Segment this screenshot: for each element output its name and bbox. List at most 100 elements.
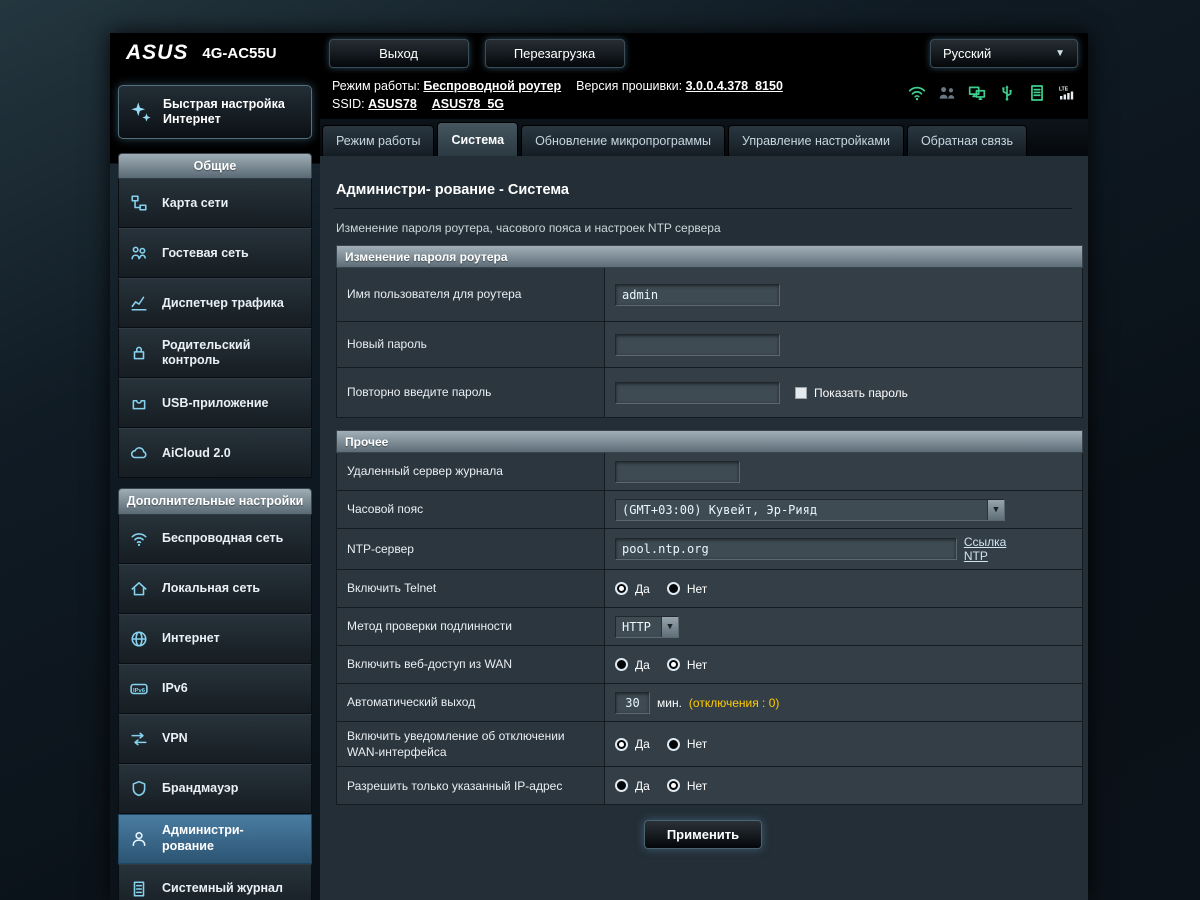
- new-password-label: Новый пароль: [337, 322, 605, 367]
- ssid-label: SSID:: [332, 97, 365, 111]
- auth-method-label: Метод проверки подлинности: [337, 608, 605, 645]
- router-admin-app: ASUS 4G-AC55U Выход Перезагрузка Русский…: [110, 33, 1088, 900]
- wifi-icon: [125, 530, 153, 548]
- top-bar: ASUS 4G-AC55U Выход Перезагрузка Русский…: [110, 33, 1088, 73]
- sidebar-item-traffic-manager[interactable]: Диспетчер трафика: [118, 278, 312, 328]
- table-row: Новый пароль: [336, 322, 1083, 368]
- status-icons: LTE: [908, 84, 1076, 102]
- svg-text:IPv6: IPv6: [133, 688, 146, 694]
- sidebar-section-advanced: Дополнительные настройки: [118, 488, 312, 513]
- sidebar-item-aicloud[interactable]: AiCloud 2.0: [118, 428, 312, 478]
- traffic-chart-icon: [125, 294, 153, 312]
- wan-access-yes-radio[interactable]: [615, 658, 628, 671]
- username-input[interactable]: [615, 284, 780, 306]
- language-select[interactable]: Русский ▼: [930, 39, 1078, 68]
- sidebar: Быстрая настройка Интернет Общие Карта с…: [110, 73, 320, 900]
- chevron-down-icon: ▼: [661, 617, 678, 637]
- lte-signal-icon[interactable]: LTE: [1058, 84, 1076, 102]
- model-name: 4G-AC55U: [202, 45, 276, 62]
- remote-log-input[interactable]: [615, 461, 740, 483]
- table-row: Повторно введите пароль Показать пароль: [336, 368, 1083, 418]
- table-row: Включить веб-доступ из WAN Да Нет: [336, 646, 1083, 684]
- tab-feedback[interactable]: Обратная связь: [907, 125, 1027, 156]
- wan-notify-no-label: Нет: [687, 737, 707, 751]
- table-row: NTP-сервер Ссылка NTP: [336, 529, 1083, 570]
- ntp-link[interactable]: Ссылка NTP: [964, 535, 1032, 563]
- tab-bar: Режим работы Система Обновление микропро…: [320, 119, 1088, 156]
- wired-clients-status-icon[interactable]: [968, 84, 986, 102]
- tab-operation-mode[interactable]: Режим работы: [322, 125, 434, 156]
- house-icon: [125, 580, 153, 598]
- wan-notify-yes-label: Да: [635, 737, 650, 751]
- firmware-version-link[interactable]: 3.0.0.4.378_8150: [686, 79, 783, 93]
- sidebar-item-guest-network[interactable]: Гостевая сеть: [118, 228, 312, 278]
- telnet-yes-radio[interactable]: [615, 582, 628, 595]
- magic-sparkle-icon: [127, 101, 155, 123]
- wan-down-notify-label: Включить уведомление об отключении WAN-и…: [337, 722, 605, 766]
- svg-text:LTE: LTE: [1059, 87, 1069, 93]
- reboot-button[interactable]: Перезагрузка: [485, 39, 625, 68]
- sidebar-item-parental-control[interactable]: Родительский контроль: [118, 328, 312, 378]
- sidebar-item-system-log[interactable]: Системный журнал: [118, 864, 312, 900]
- telnet-no-radio[interactable]: [667, 582, 680, 595]
- sidebar-item-wan[interactable]: Интернет: [118, 614, 312, 664]
- table-row: Имя пользователя для роутера: [336, 268, 1083, 322]
- log-status-icon[interactable]: [1028, 84, 1046, 102]
- sidebar-item-usb-application[interactable]: USB-приложение: [118, 378, 312, 428]
- usb-status-icon[interactable]: [998, 84, 1016, 102]
- title-divider: [334, 208, 1072, 209]
- retype-password-label: Повторно введите пароль: [337, 368, 605, 417]
- guest-network-icon: [125, 244, 153, 262]
- chevron-down-icon: ▼: [1055, 48, 1065, 59]
- wan-access-no-label: Нет: [687, 658, 707, 672]
- tab-settings-management[interactable]: Управление настройками: [728, 125, 904, 156]
- wan-access-no-radio[interactable]: [667, 658, 680, 671]
- auth-method-select[interactable]: HTTP ▼: [615, 616, 679, 638]
- username-label: Имя пользователя для роутера: [337, 268, 605, 321]
- ip-restrict-yes-radio[interactable]: [615, 779, 628, 792]
- remote-log-label: Удаленный сервер журнала: [337, 453, 605, 490]
- sidebar-item-vpn[interactable]: VPN: [118, 714, 312, 764]
- status-bar: Режим работы: Беспроводной роутер Версия…: [320, 73, 1088, 119]
- wifi-status-icon[interactable]: [908, 84, 926, 102]
- table-row: Метод проверки подлинности HTTP ▼: [336, 608, 1083, 646]
- sidebar-item-ipv6[interactable]: IPv6 IPv6: [118, 664, 312, 714]
- show-password-label: Показать пароль: [814, 386, 908, 400]
- timezone-select[interactable]: (GMT+03:00) Кувейт, Эр-Рияд ▼: [615, 499, 1005, 521]
- sidebar-item-firewall[interactable]: Брандмауэр: [118, 764, 312, 814]
- ntp-server-label: NTP-сервер: [337, 529, 605, 569]
- sidebar-item-network-map[interactable]: Карта сети: [118, 178, 312, 228]
- sidebar-item-administration[interactable]: Администри- рование: [118, 814, 312, 864]
- logout-button[interactable]: Выход: [329, 39, 469, 68]
- new-password-input[interactable]: [615, 334, 780, 356]
- wan-notify-yes-radio[interactable]: [615, 738, 628, 751]
- chevron-down-icon: ▼: [987, 500, 1004, 520]
- sidebar-item-wireless[interactable]: Беспроводная сеть: [118, 514, 312, 564]
- tab-system[interactable]: Система: [437, 122, 518, 156]
- puzzle-icon: [125, 394, 153, 412]
- auto-logout-input[interactable]: [615, 692, 650, 714]
- network-map-icon: [125, 194, 153, 212]
- wan-notify-no-radio[interactable]: [667, 738, 680, 751]
- retype-password-input[interactable]: [615, 382, 780, 404]
- show-password-checkbox[interactable]: [795, 387, 807, 399]
- ssid-5g-link[interactable]: ASUS78_5G: [432, 97, 504, 111]
- operation-mode-label: Режим работы:: [332, 79, 420, 93]
- apply-button[interactable]: Применить: [644, 820, 762, 849]
- language-label: Русский: [943, 46, 991, 61]
- asus-logo: ASUS: [126, 41, 188, 65]
- ip-restrict-no-radio[interactable]: [667, 779, 680, 792]
- ntp-server-input[interactable]: [615, 538, 957, 560]
- ip-restrict-yes-label: Да: [635, 779, 650, 793]
- vpn-arrows-icon: [125, 730, 153, 748]
- operation-mode-link[interactable]: Беспроводной роутер: [423, 79, 561, 93]
- sidebar-item-lan[interactable]: Локальная сеть: [118, 564, 312, 614]
- clients-status-icon[interactable]: [938, 84, 956, 102]
- ssid-2g-link[interactable]: ASUS78: [368, 97, 417, 111]
- quick-setup-button[interactable]: Быстрая настройка Интернет: [118, 85, 312, 139]
- globe-icon: [125, 630, 153, 648]
- sidebar-section-general: Общие: [118, 153, 312, 178]
- table-row: Включить Telnet Да Нет: [336, 570, 1083, 608]
- tab-firmware-upgrade[interactable]: Обновление микропрограммы: [521, 125, 725, 156]
- firmware-label: Версия прошивки:: [576, 79, 682, 93]
